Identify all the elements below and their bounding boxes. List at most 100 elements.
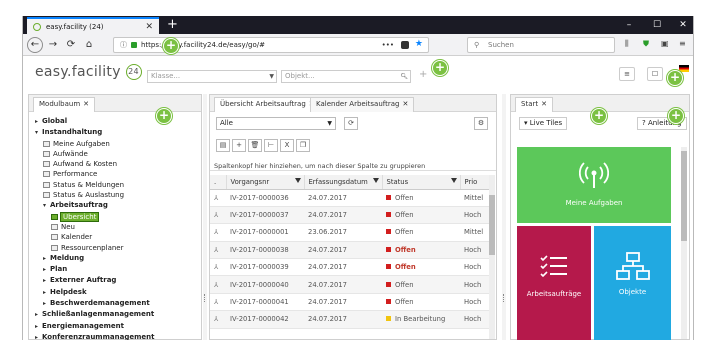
live-tiles-button[interactable]: ▾ Live Tiles bbox=[519, 117, 568, 130]
excel-icon[interactable]: X bbox=[280, 139, 294, 152]
browser-tab[interactable]: easy.facility (24) ✕ bbox=[27, 17, 159, 34]
menu-button[interactable]: ≡ bbox=[619, 67, 635, 81]
add-widget-plus-icon[interactable]: + bbox=[591, 108, 607, 124]
tree-item[interactable]: ▾ Arbeitsauftrag bbox=[35, 200, 201, 211]
scroll-thumb[interactable] bbox=[681, 151, 687, 241]
delete-icon[interactable]: 🗑︎ bbox=[248, 139, 262, 152]
filter-icon[interactable] bbox=[372, 178, 379, 183]
column-header[interactable]: . bbox=[210, 175, 227, 190]
tree-item[interactable]: Status & Meldungen bbox=[35, 180, 201, 190]
scroll-thumb[interactable] bbox=[489, 195, 495, 255]
expand-arrow-icon[interactable]: ▸ bbox=[43, 265, 50, 275]
vertical-scrollbar[interactable] bbox=[681, 147, 687, 339]
tree-item[interactable]: Neu bbox=[35, 222, 201, 232]
table-row[interactable]: ⅄ IV-2017-0000001 23.06.2017 Offen Mittel bbox=[210, 223, 490, 242]
bookmark-star-icon[interactable]: ★ bbox=[415, 39, 423, 49]
tree-item[interactable]: ▾ Instandhaltung bbox=[35, 127, 201, 138]
menu-icon[interactable]: ≡ bbox=[679, 39, 686, 48]
sidebar-icon[interactable]: ▣ bbox=[661, 39, 669, 48]
minimize-button[interactable]: – bbox=[619, 16, 639, 34]
maximize-button[interactable]: ☐ bbox=[647, 16, 667, 34]
table-row[interactable]: ⅄ IV-2017-0000037 24.07.2017 Offen Hoch bbox=[210, 206, 490, 225]
tree-item[interactable]: Performance bbox=[35, 169, 201, 179]
url-bar[interactable]: ⓘ https://easy.facility24.de/easy/go/# •… bbox=[113, 37, 429, 53]
tab-calendar[interactable]: Kalender Arbeitsauftrag ✕ bbox=[310, 97, 415, 112]
info-icon[interactable]: ⓘ bbox=[120, 40, 127, 50]
tree-item[interactable]: ▸ Energiemanagement bbox=[35, 321, 201, 332]
reload-icon[interactable]: ⟳ bbox=[63, 37, 79, 53]
splitter[interactable] bbox=[203, 94, 207, 340]
tree-icon[interactable]: ⊢ bbox=[264, 139, 278, 152]
german-flag-icon[interactable] bbox=[679, 65, 689, 72]
tree-item[interactable]: ▸ Externer Auftrag bbox=[35, 275, 201, 286]
tree-item[interactable]: Aufwände bbox=[35, 149, 201, 159]
expand-arrow-icon[interactable]: ▸ bbox=[43, 299, 50, 309]
expand-arrow-icon[interactable]: ▸ bbox=[43, 288, 50, 298]
expand-arrow-icon[interactable]: ▸ bbox=[35, 333, 42, 340]
expand-arrow-icon[interactable]: ▾ bbox=[43, 201, 50, 211]
library-icon[interactable]: ⫼ bbox=[625, 39, 629, 49]
tree-item[interactable]: Ressourcenplaner bbox=[35, 243, 201, 253]
tree-item[interactable]: ▸ Plan bbox=[35, 264, 201, 275]
tree-item[interactable]: ▸ Meldung bbox=[35, 253, 201, 264]
page-actions-icon[interactable]: ••• bbox=[382, 41, 394, 49]
back-icon[interactable]: ← bbox=[27, 37, 43, 53]
chat-button[interactable]: ☐ bbox=[647, 67, 663, 81]
tree-item[interactable]: ▸ Helpdesk bbox=[35, 287, 201, 298]
tree-item[interactable]: ▸ Global bbox=[35, 116, 201, 127]
home-icon[interactable]: ⌂ bbox=[81, 37, 97, 53]
new-tab-button[interactable]: + bbox=[167, 16, 178, 33]
tree-item[interactable]: ▸ Konferenzraummanagement bbox=[35, 332, 201, 340]
add-widget-plus-icon[interactable]: + bbox=[668, 108, 684, 124]
tile-my-tasks[interactable]: Meine Aufgaben bbox=[517, 147, 671, 223]
table-row[interactable]: ⅄ IV-2017-0000038 24.07.2017 Offen Hoch bbox=[210, 241, 490, 260]
add-widget-plus-icon[interactable]: + bbox=[156, 108, 172, 124]
search-field[interactable]: ⚲ Suchen bbox=[467, 37, 615, 53]
column-header[interactable]: Status bbox=[382, 175, 461, 190]
table-row[interactable]: ⅄ IV-2017-0000036 24.07.2017 Offen Mittel bbox=[210, 189, 490, 207]
class-select[interactable]: Klasse... ▼ bbox=[147, 70, 277, 83]
tab-start[interactable]: Start ✕ bbox=[515, 97, 553, 112]
tree-item[interactable]: Meine Aufgaben bbox=[35, 139, 201, 149]
add-icon[interactable]: + bbox=[419, 69, 427, 80]
forward-icon[interactable]: → bbox=[45, 37, 61, 53]
add-widget-plus-icon[interactable]: + bbox=[163, 38, 179, 54]
settings-button[interactable]: ⚙ bbox=[474, 117, 488, 130]
tree-item[interactable]: ▸ Schließanlagenmanagement bbox=[35, 309, 201, 320]
add-widget-plus-icon[interactable]: + bbox=[432, 60, 448, 76]
close-icon[interactable]: ✕ bbox=[402, 100, 408, 108]
pocket-icon[interactable] bbox=[401, 41, 409, 49]
tree-item[interactable]: Aufwand & Kosten bbox=[35, 159, 201, 169]
expand-arrow-icon[interactable]: ▸ bbox=[35, 310, 42, 320]
tree-item[interactable]: Kalender bbox=[35, 232, 201, 242]
filter-select[interactable]: Alle ▼ bbox=[216, 117, 336, 130]
add-icon[interactable]: + bbox=[232, 139, 246, 152]
vertical-scrollbar[interactable] bbox=[489, 175, 495, 339]
refresh-button[interactable]: ⟳ bbox=[344, 117, 358, 130]
tab-overview[interactable]: Übersicht Arbeitsauftrag✕ bbox=[214, 97, 321, 112]
filter-icon[interactable] bbox=[294, 178, 301, 183]
expand-arrow-icon[interactable]: ▾ bbox=[35, 128, 42, 138]
tree-item[interactable]: Übersicht bbox=[35, 211, 201, 222]
document-icon[interactable]: ▤ bbox=[216, 139, 230, 152]
tree-item[interactable]: Status & Auslastung bbox=[35, 190, 201, 200]
table-row[interactable]: ⅄ IV-2017-0000041 24.07.2017 Offen Hoch bbox=[210, 293, 490, 312]
tree-item[interactable]: ▸ Beschwerdemanagement bbox=[35, 298, 201, 309]
table-row[interactable]: ⅄ IV-2017-0000042 24.07.2017 In Bearbeitung… bbox=[210, 310, 490, 329]
expand-arrow-icon[interactable]: ▸ bbox=[35, 322, 42, 332]
close-icon[interactable]: ✕ bbox=[541, 100, 547, 108]
table-row[interactable]: ⅄ IV-2017-0000039 24.07.2017 Offen Hoch bbox=[210, 258, 490, 277]
close-window-button[interactable]: ✕ bbox=[673, 16, 693, 34]
column-header[interactable]: Erfassungsdatum bbox=[304, 175, 383, 190]
expand-arrow-icon[interactable]: ▸ bbox=[43, 276, 50, 286]
shield-icon[interactable]: ⛊ bbox=[643, 39, 649, 49]
add-widget-plus-icon[interactable]: + bbox=[667, 70, 683, 86]
copy-icon[interactable]: ❐ bbox=[296, 139, 310, 152]
tile-objects[interactable]: Objekte bbox=[594, 226, 671, 340]
column-header[interactable]: Vorgangsnr bbox=[226, 175, 305, 190]
object-input[interactable]: Objekt... 🔍︎ bbox=[281, 70, 411, 83]
tab-modulbaum[interactable]: Modulbaum ✕ bbox=[33, 97, 96, 112]
splitter[interactable] bbox=[502, 94, 506, 340]
expand-arrow-icon[interactable]: ▸ bbox=[35, 117, 42, 127]
filter-icon[interactable] bbox=[450, 178, 457, 183]
